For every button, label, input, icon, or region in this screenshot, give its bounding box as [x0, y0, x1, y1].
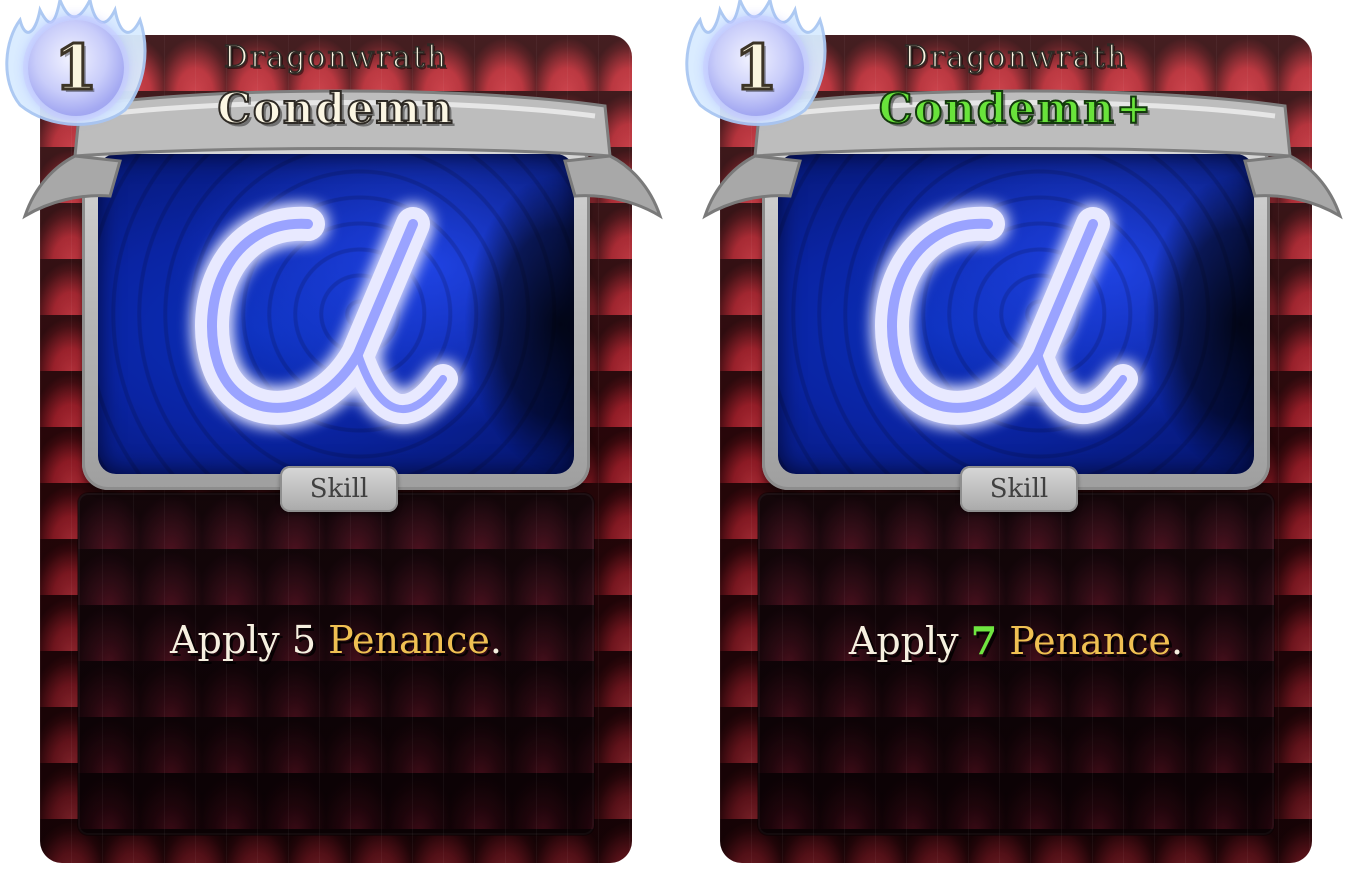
desc-space	[316, 618, 328, 662]
card-condemn[interactable]: Skill 1 Dragonwrath Condemn Apply 5 Pena…	[0, 0, 663, 874]
card-title: Condemn+	[878, 83, 1154, 134]
card-type-label: Skill	[309, 474, 369, 504]
desc-amount: 7	[970, 618, 998, 663]
alpha-symbol-icon	[875, 206, 1138, 425]
card-type-label: Skill	[989, 474, 1049, 504]
alpha-symbol-icon	[195, 206, 458, 425]
art-frame	[762, 140, 1270, 490]
art-frame	[82, 140, 590, 490]
card-art	[778, 154, 1254, 474]
desc-prefix: Apply	[848, 619, 971, 663]
desc-space	[997, 619, 1009, 663]
card-class-label: Dragonwrath	[223, 39, 449, 76]
energy-cost: 1	[733, 30, 779, 106]
energy-cost: 1	[53, 30, 99, 106]
description-panel	[758, 493, 1274, 835]
card-type-tab: Skill	[960, 466, 1078, 512]
card-art	[98, 154, 574, 474]
description-panel	[78, 493, 594, 835]
desc-suffix: .	[1170, 619, 1184, 663]
desc-amount: 5	[291, 618, 317, 662]
card-condemn-plus[interactable]: Skill 1 Dragonwrath Condemn+ Apply 7 Pen…	[680, 0, 1343, 874]
card-type-tab: Skill	[280, 466, 398, 512]
card-description: Apply 7 Penance.	[720, 618, 1312, 663]
desc-keyword-penance[interactable]: Penance	[1009, 619, 1171, 663]
card-description: Apply 5 Penance.	[40, 618, 632, 662]
card-class-label: Dragonwrath	[903, 39, 1129, 76]
card-title: Condemn	[216, 83, 455, 134]
desc-keyword-penance[interactable]: Penance	[328, 618, 490, 662]
desc-prefix: Apply	[170, 618, 292, 662]
desc-suffix: .	[489, 618, 502, 662]
